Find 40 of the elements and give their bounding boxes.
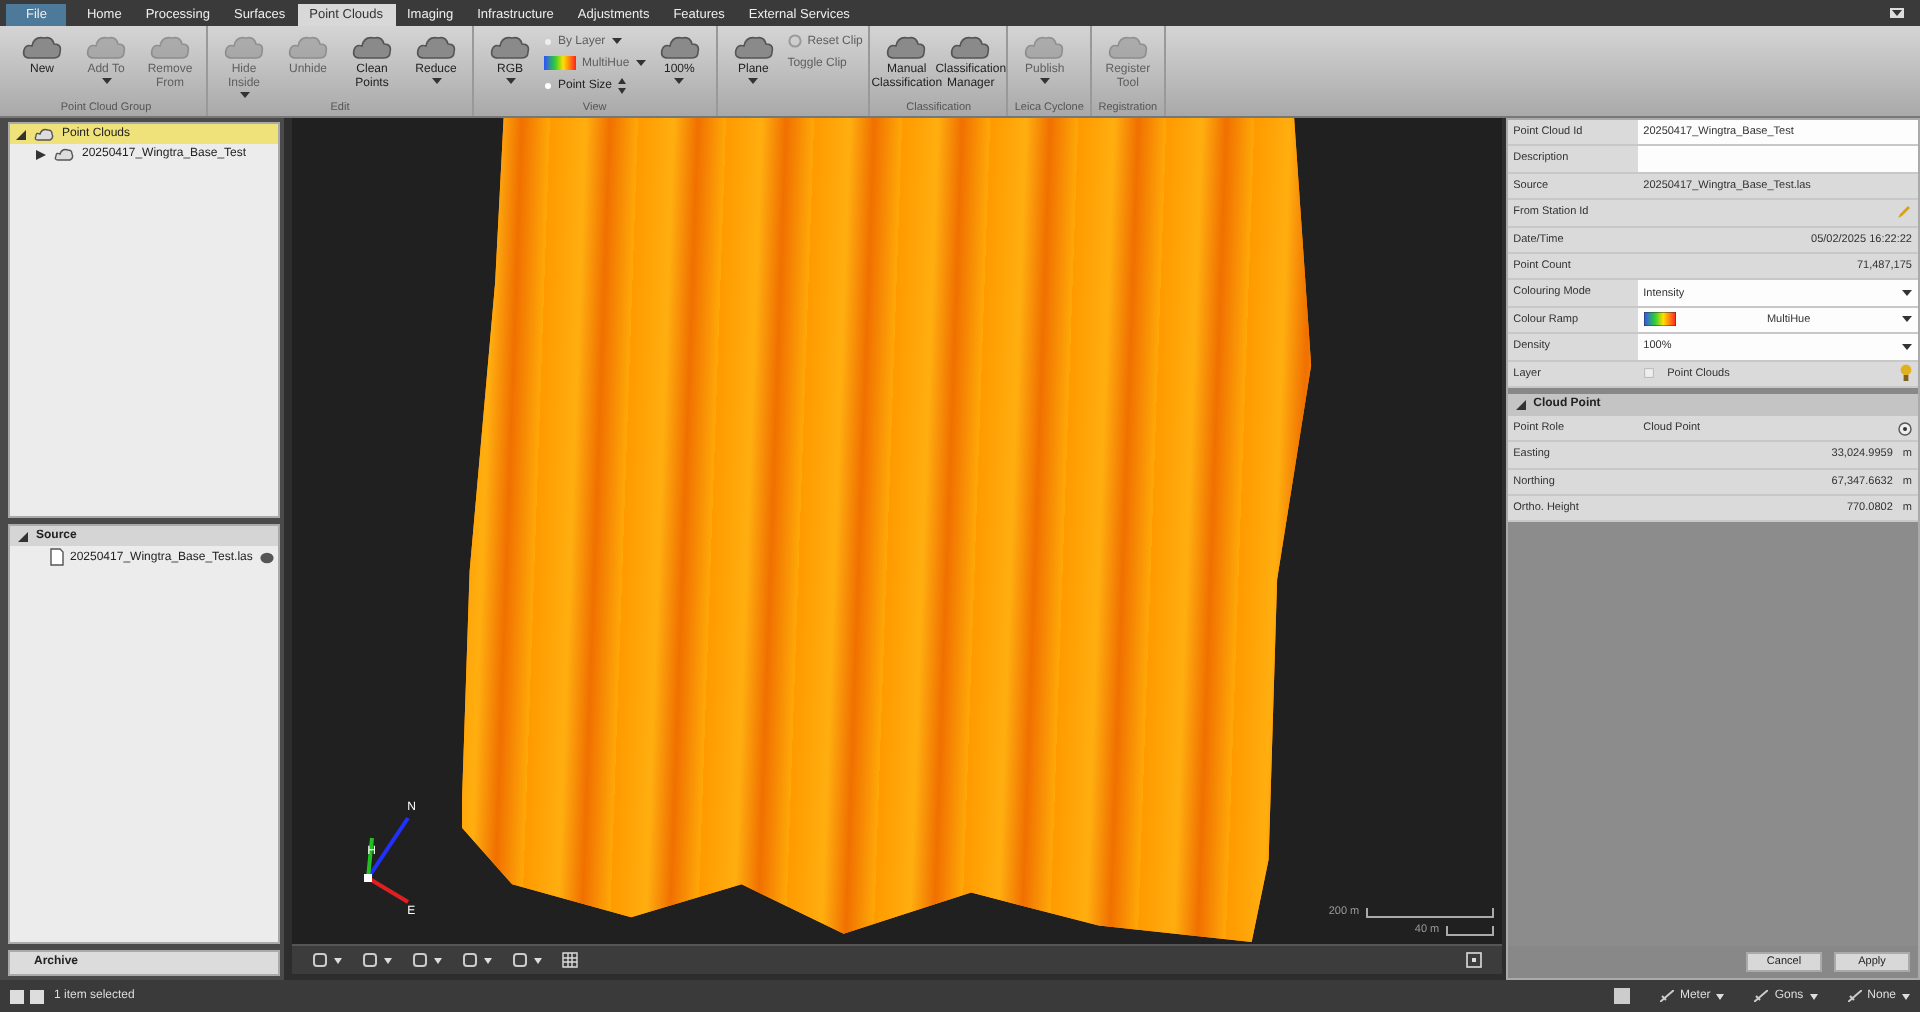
scale-bar (1365, 908, 1494, 918)
dropdown-arrow-icon (1901, 290, 1912, 297)
frame-icon (1465, 952, 1482, 968)
ruler-icon (1847, 990, 1862, 1002)
caret-icon (333, 957, 342, 963)
toolbar-button[interactable] (411, 952, 442, 968)
dropdown-arrow-icon (1901, 343, 1912, 350)
caret-icon (611, 38, 622, 44)
target-icon (1897, 421, 1912, 436)
caret-icon (433, 957, 442, 963)
colour-ramp-icon (544, 56, 576, 70)
ruler-icon (1659, 990, 1674, 1002)
checkbox-icon (1643, 368, 1654, 379)
caret-icon (1902, 993, 1910, 999)
caret-icon (533, 957, 542, 963)
dot-icon (544, 81, 552, 89)
spinner-icon (618, 77, 627, 93)
document-icon (50, 548, 64, 566)
reset-icon (787, 34, 802, 48)
collapse-arrow-icon (18, 531, 28, 541)
colour-ramp-icon (1643, 312, 1676, 327)
caret-icon (383, 957, 392, 963)
dropdown-arrow-icon (1901, 316, 1912, 323)
expand-arrow-icon (36, 149, 46, 159)
caret-icon (1716, 993, 1725, 999)
collapse-arrow-icon (16, 129, 26, 139)
caret-icon (635, 60, 646, 66)
ruler-icon (1754, 990, 1769, 1002)
caret-icon (483, 957, 492, 963)
toolbar-button[interactable] (361, 952, 392, 968)
lightbulb-icon (1899, 364, 1912, 383)
input-field[interactable] (1637, 146, 1918, 172)
minimize-ribbon-icon (1890, 8, 1904, 18)
scale-bar (1445, 926, 1494, 936)
caret-icon (1809, 993, 1818, 999)
collapse-arrow-icon (1515, 399, 1526, 410)
toolbar-button[interactable] (311, 952, 342, 968)
toolbar-button[interactable] (1465, 952, 1482, 968)
toolbar-button[interactable] (461, 952, 492, 968)
toolbar-button[interactable] (511, 952, 542, 968)
